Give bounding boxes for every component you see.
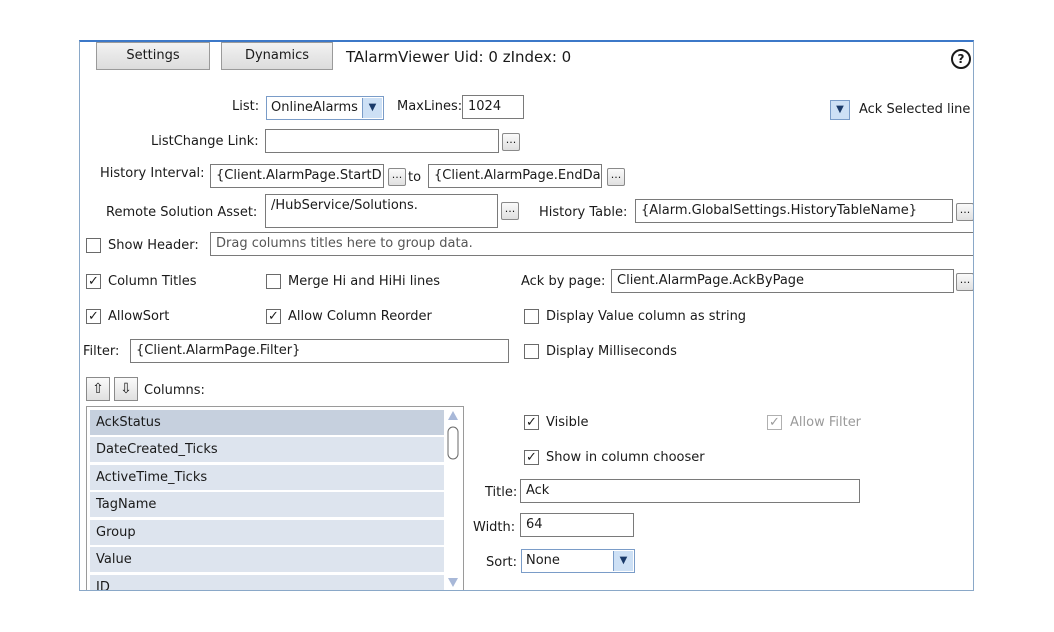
- ack-by-page-input[interactable]: Client.AlarmPage.AckByPage: [611, 269, 954, 293]
- allow-filter-label: Allow Filter: [790, 415, 862, 430]
- group-header-dropzone[interactable]: Drag columns titles here to group data.: [210, 232, 973, 256]
- list-item[interactable]: Group: [90, 520, 444, 545]
- display-value-string-checkbox[interactable]: [524, 309, 539, 324]
- allow-sort-checkbox[interactable]: ✓: [86, 309, 101, 324]
- history-end-input[interactable]: {Client.AlarmPage.EndDa: [428, 164, 602, 188]
- object-title: TAlarmViewer Uid: 0 zIndex: 0: [346, 48, 572, 66]
- column-titles-checkbox[interactable]: ✓: [86, 274, 101, 289]
- display-value-string-label: Display Value column as string: [546, 309, 747, 324]
- list-item[interactable]: TagName: [90, 492, 444, 517]
- remote-solution-asset-label: Remote Solution Asset:: [106, 205, 258, 220]
- move-up-icon[interactable]: ⇧: [86, 377, 110, 401]
- show-in-column-chooser-checkbox[interactable]: ✓: [524, 450, 539, 465]
- history-end-browse-button[interactable]: ...: [607, 168, 625, 186]
- list-item[interactable]: Value: [90, 547, 444, 572]
- column-titles-label: Column Titles: [108, 274, 197, 289]
- help-icon[interactable]: ?: [951, 49, 971, 69]
- tab-dynamics[interactable]: Dynamics: [221, 42, 333, 70]
- ack-by-page-browse-button[interactable]: ...: [956, 273, 973, 291]
- list-item[interactable]: AckStatus: [90, 410, 444, 435]
- columns-list-scrollbar[interactable]: [445, 408, 461, 589]
- move-down-icon[interactable]: ⇩: [114, 377, 138, 401]
- list-item[interactable]: DateCreated_Ticks: [90, 437, 444, 462]
- show-header-label: Show Header:: [108, 238, 199, 253]
- listchange-link-browse-button[interactable]: ...: [502, 133, 520, 151]
- list-item[interactable]: ActiveTime_Ticks: [90, 465, 444, 490]
- show-in-column-chooser-label: Show in column chooser: [546, 450, 705, 465]
- list-select[interactable]: OnlineAlarms ▼: [266, 96, 384, 120]
- sort-select[interactable]: None ▼: [521, 549, 635, 573]
- list-item[interactable]: ID: [90, 575, 444, 590]
- ack-by-page-label: Ack by page:: [521, 274, 606, 289]
- allow-sort-label: AllowSort: [108, 309, 170, 324]
- list-label: List:: [232, 99, 260, 114]
- maxlines-input[interactable]: 1024: [462, 95, 524, 119]
- visible-label: Visible: [546, 415, 589, 430]
- show-header-checkbox[interactable]: [86, 238, 101, 253]
- scroll-thumb: [447, 426, 459, 460]
- sort-select-value: None: [526, 553, 560, 568]
- visible-checkbox[interactable]: ✓: [524, 415, 539, 430]
- history-start-input[interactable]: {Client.AlarmPage.StartD: [210, 164, 384, 188]
- merge-hihi-checkbox[interactable]: [266, 274, 281, 289]
- column-width-label: Width:: [473, 520, 516, 535]
- listchange-link-input[interactable]: [265, 129, 499, 153]
- history-table-input[interactable]: {Alarm.GlobalSettings.HistoryTableName}: [635, 199, 953, 223]
- remote-solution-browse-button[interactable]: ...: [501, 202, 519, 220]
- sort-label: Sort:: [486, 555, 518, 570]
- filter-label: Filter:: [83, 344, 120, 359]
- columns-label: Columns:: [144, 383, 205, 398]
- ack-selected-dropdown-icon[interactable]: ▼: [830, 100, 850, 120]
- columns-list[interactable]: AckStatus DateCreated_Ticks ActiveTime_T…: [86, 406, 464, 590]
- scroll-down-arrow-icon: [448, 578, 458, 587]
- column-width-input[interactable]: 64: [520, 513, 634, 537]
- list-select-value: OnlineAlarms: [271, 100, 358, 115]
- history-interval-to-label: to: [408, 170, 422, 185]
- filter-input[interactable]: {Client.AlarmPage.Filter}: [130, 339, 509, 363]
- tab-settings[interactable]: Settings: [96, 42, 210, 70]
- listchange-link-label: ListChange Link:: [151, 134, 259, 149]
- allow-column-reorder-checkbox[interactable]: ✓: [266, 309, 281, 324]
- remote-solution-asset-input[interactable]: /HubService/Solutions.: [265, 194, 498, 228]
- history-interval-label: History Interval:: [100, 166, 205, 181]
- history-start-browse-button[interactable]: ...: [388, 168, 406, 186]
- display-milliseconds-label: Display Milliseconds: [546, 344, 677, 359]
- scrollbar-graphic: [447, 411, 459, 587]
- maxlines-label: MaxLines:: [397, 99, 463, 114]
- column-title-label: Title:: [485, 485, 518, 500]
- scroll-up-arrow-icon: [448, 411, 458, 420]
- history-table-browse-button[interactable]: ...: [956, 203, 973, 221]
- column-title-input[interactable]: Ack: [520, 479, 860, 503]
- merge-hihi-label: Merge Hi and HiHi lines: [288, 274, 440, 289]
- allow-column-reorder-label: Allow Column Reorder: [288, 309, 432, 324]
- display-milliseconds-checkbox[interactable]: [524, 344, 539, 359]
- chevron-down-icon: ▼: [613, 551, 633, 571]
- chevron-down-icon: ▼: [362, 98, 382, 118]
- ack-selected-line-button[interactable]: Ack Selected line: [859, 102, 970, 118]
- alarm-viewer-settings-panel: Settings Dynamics TAlarmViewer Uid: 0 zI…: [79, 40, 974, 591]
- history-table-label: History Table:: [539, 205, 628, 220]
- allow-filter-checkbox[interactable]: ✓: [767, 415, 782, 430]
